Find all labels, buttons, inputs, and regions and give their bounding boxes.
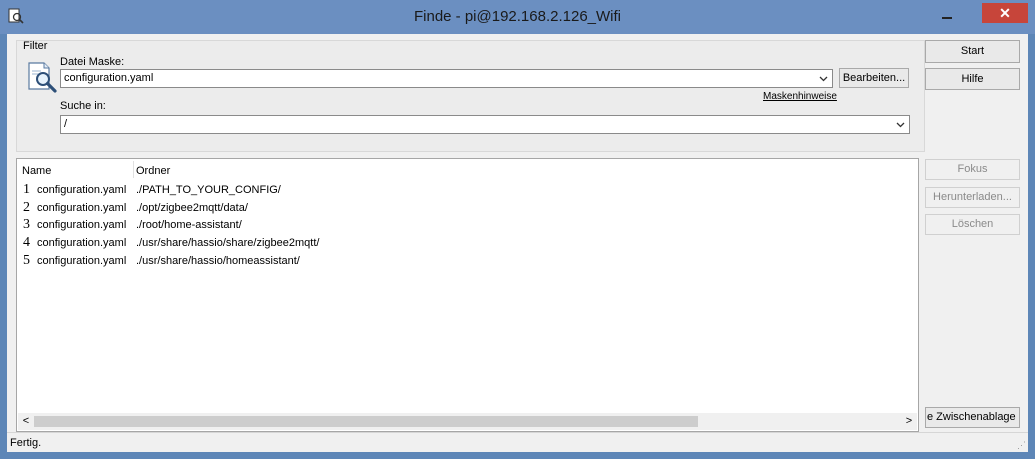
mask-hints-link[interactable]: Maskenhinweise	[763, 91, 837, 102]
title-bar: Finde - pi@192.168.2.126_Wifi ✕	[0, 0, 1035, 34]
window-title: Finde - pi@192.168.2.126_Wifi	[413, 8, 621, 25]
result-row[interactable]: 2 configuration.yaml ./opt/zigbee2mqtt/d…	[23, 199, 903, 217]
row-number: 2	[23, 200, 30, 215]
filter-legend: Filter	[23, 40, 48, 52]
search-in-value: /	[64, 118, 68, 130]
result-name: configuration.yaml	[37, 202, 127, 214]
row-number: 1	[23, 182, 30, 197]
search-in-combobox[interactable]: /	[60, 115, 910, 134]
focus-button[interactable]: Fokus	[925, 159, 1020, 180]
scroll-right-icon[interactable]: >	[903, 413, 915, 430]
result-row[interactable]: 5 configuration.yaml ./usr/share/hassio/…	[23, 252, 903, 270]
file-mask-label: Datei Maske:	[60, 56, 125, 68]
file-mask-value: configuration.yaml	[64, 72, 154, 84]
help-button[interactable]: Hilfe	[925, 68, 1020, 90]
search-in-label: Suche in:	[60, 100, 106, 112]
horizontal-scrollbar[interactable]: < >	[18, 413, 917, 430]
edit-mask-button[interactable]: Bearbeiten...	[839, 68, 909, 88]
result-row[interactable]: 4 configuration.yaml ./usr/share/hassio/…	[23, 234, 903, 252]
minimize-icon	[942, 17, 952, 19]
result-name: configuration.yaml	[37, 255, 127, 267]
search-document-icon	[28, 62, 57, 93]
result-name: configuration.yaml	[37, 237, 127, 249]
result-row[interactable]: 3 configuration.yaml ./root/home-assista…	[23, 216, 903, 234]
dialog-client-area: Filter Datei Maske: configuration.yaml B…	[7, 34, 1028, 452]
column-separator[interactable]	[133, 161, 134, 178]
result-folder: ./opt/zigbee2mqtt/data/	[136, 202, 248, 214]
chevron-down-icon[interactable]	[817, 70, 829, 87]
minimize-button[interactable]	[933, 6, 961, 24]
close-button[interactable]: ✕	[982, 3, 1028, 23]
result-folder: ./root/home-assistant/	[136, 219, 242, 231]
close-icon: ✕	[999, 5, 1011, 21]
status-text: Fertig.	[10, 437, 42, 449]
status-bar: Fertig. ⋰	[7, 432, 1028, 453]
column-header-folder[interactable]: Ordner	[136, 165, 170, 177]
result-name: configuration.yaml	[37, 219, 127, 231]
copy-to-clipboard-button[interactable]: e Zwischenablage kopi	[925, 407, 1020, 428]
delete-button[interactable]: Löschen	[925, 214, 1020, 235]
results-list[interactable]: Name Ordner 1 configuration.yaml ./PATH_…	[16, 158, 919, 432]
resize-grip-icon[interactable]: ⋰	[1017, 440, 1026, 451]
row-number: 5	[23, 253, 30, 268]
result-folder: ./PATH_TO_YOUR_CONFIG/	[136, 184, 281, 196]
scroll-left-icon[interactable]: <	[20, 413, 32, 430]
result-folder: ./usr/share/hassio/homeassistant/	[136, 255, 300, 267]
result-folder: ./usr/share/hassio/share/zigbee2mqtt/	[136, 237, 320, 249]
result-name: configuration.yaml	[37, 184, 127, 196]
file-mask-combobox[interactable]: configuration.yaml	[60, 69, 833, 88]
result-row[interactable]: 1 configuration.yaml ./PATH_TO_YOUR_CONF…	[23, 181, 903, 199]
filter-group: Filter Datei Maske: configuration.yaml B…	[16, 40, 925, 152]
chevron-down-icon[interactable]	[894, 116, 906, 133]
start-button[interactable]: Start	[925, 40, 1020, 63]
scrollbar-thumb[interactable]	[34, 416, 698, 427]
row-number: 3	[23, 217, 30, 232]
row-number: 4	[23, 235, 30, 250]
download-button[interactable]: Herunterladen...	[925, 187, 1020, 208]
column-header-name[interactable]: Name	[22, 165, 51, 177]
